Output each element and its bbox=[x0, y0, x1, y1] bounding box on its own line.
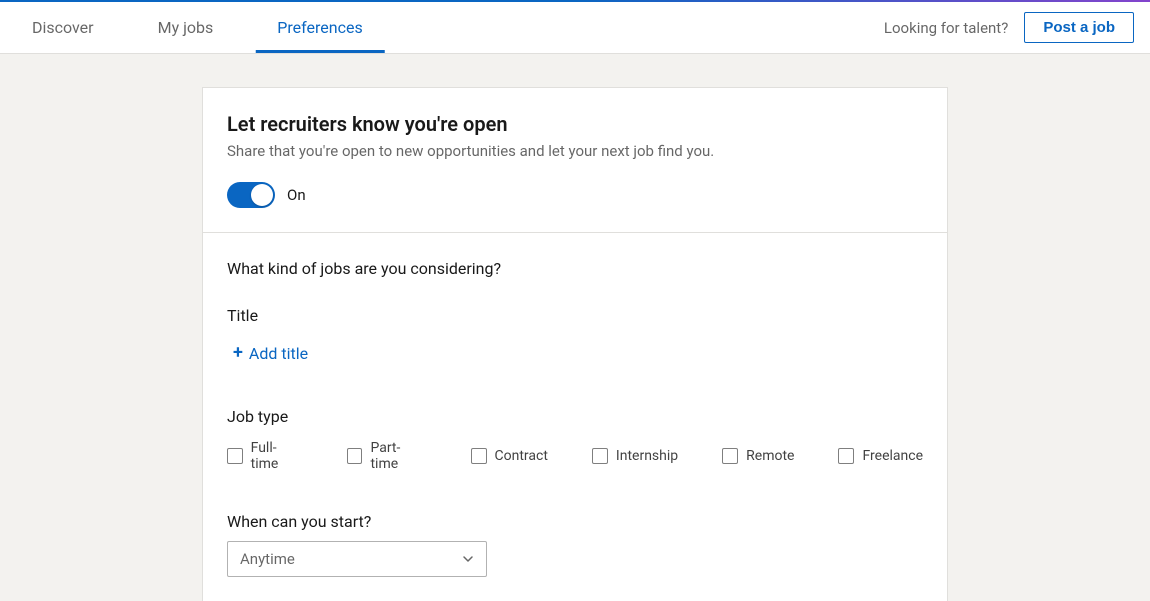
start-select[interactable]: Anytime bbox=[227, 541, 487, 577]
checkbox-box bbox=[592, 448, 608, 464]
checkbox-box bbox=[722, 448, 738, 464]
job-type-section: Job type Full-time Part-time Contract bbox=[227, 407, 923, 472]
tab-discover[interactable]: Discover bbox=[0, 2, 126, 53]
add-title-button[interactable]: + Add title bbox=[233, 344, 308, 363]
card-header: Let recruiters know you're open Share th… bbox=[203, 88, 947, 233]
checkbox-label: Full-time bbox=[251, 440, 303, 472]
card-body: What kind of jobs are you considering? T… bbox=[203, 233, 947, 601]
checkbox-label: Part-time bbox=[370, 440, 426, 472]
nav-right: Looking for talent? Post a job bbox=[884, 12, 1134, 43]
content-area: Let recruiters know you're open Share th… bbox=[0, 54, 1150, 601]
checkbox-freelance[interactable]: Freelance bbox=[838, 440, 923, 472]
checkbox-box bbox=[227, 448, 243, 464]
checkbox-label: Internship bbox=[616, 448, 678, 464]
checkbox-box bbox=[471, 448, 487, 464]
checkbox-label: Freelance bbox=[862, 448, 923, 464]
open-toggle[interactable] bbox=[227, 182, 275, 208]
checkbox-label: Remote bbox=[746, 448, 794, 464]
checkbox-internship[interactable]: Internship bbox=[592, 440, 678, 472]
post-job-button[interactable]: Post a job bbox=[1024, 12, 1134, 43]
talent-prompt: Looking for talent? bbox=[884, 19, 1008, 37]
checkbox-remote[interactable]: Remote bbox=[722, 440, 794, 472]
card-subtitle: Share that you're open to new opportunit… bbox=[227, 142, 923, 160]
tab-my-jobs[interactable]: My jobs bbox=[126, 2, 246, 53]
open-toggle-row: On bbox=[227, 182, 923, 208]
title-label: Title bbox=[227, 306, 923, 325]
job-type-options: Full-time Part-time Contract Internship bbox=[227, 440, 923, 472]
start-select-value: Anytime bbox=[240, 550, 295, 568]
checkbox-label: Contract bbox=[495, 448, 548, 464]
checkbox-box bbox=[347, 448, 363, 464]
toggle-label: On bbox=[287, 186, 306, 204]
checkbox-box bbox=[838, 448, 854, 464]
card-title: Let recruiters know you're open bbox=[227, 112, 923, 136]
checkbox-fulltime[interactable]: Full-time bbox=[227, 440, 303, 472]
preferences-card: Let recruiters know you're open Share th… bbox=[203, 88, 947, 601]
start-select-wrap: Anytime bbox=[227, 541, 487, 577]
add-title-text: Add title bbox=[249, 344, 308, 363]
jobs-question: What kind of jobs are you considering? bbox=[227, 259, 923, 278]
checkbox-contract[interactable]: Contract bbox=[471, 440, 548, 472]
nav-bar: Discover My jobs Preferences Looking for… bbox=[0, 2, 1150, 54]
tab-preferences[interactable]: Preferences bbox=[245, 2, 394, 53]
start-label: When can you start? bbox=[227, 512, 923, 531]
nav-tabs: Discover My jobs Preferences bbox=[0, 2, 395, 53]
toggle-knob bbox=[251, 184, 273, 206]
plus-icon: + bbox=[233, 344, 243, 362]
job-type-label: Job type bbox=[227, 407, 923, 426]
chevron-down-icon bbox=[462, 553, 474, 565]
checkbox-parttime[interactable]: Part-time bbox=[347, 440, 427, 472]
